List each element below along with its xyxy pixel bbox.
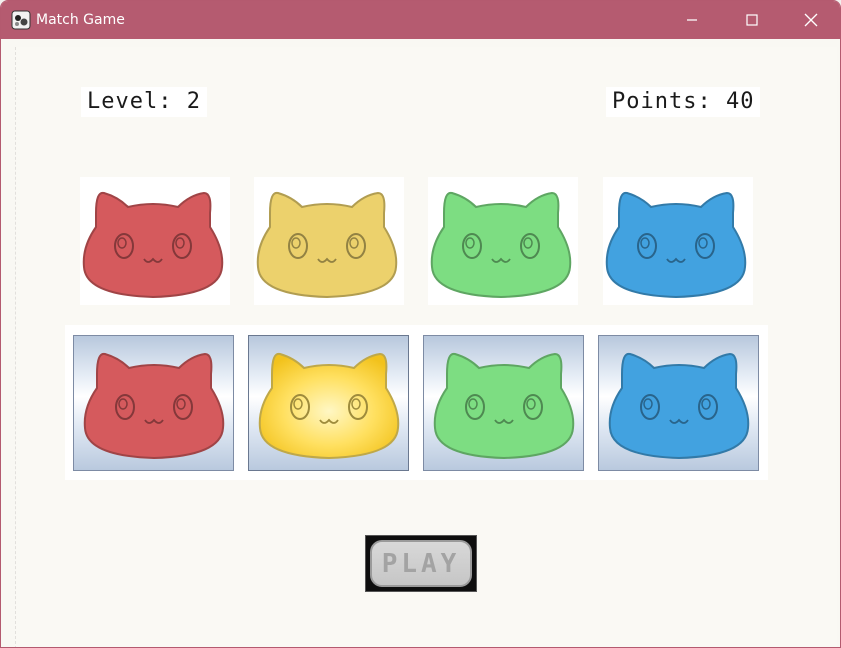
play-button[interactable]: PLAY — [370, 540, 472, 587]
cat-blue-icon — [605, 191, 747, 299]
minimize-icon — [687, 19, 697, 21]
cat-red-icon — [82, 191, 224, 299]
window-title: Match Game — [36, 12, 125, 28]
game-window: Match Game Level: 2 Points: 40 PLAY — [0, 0, 841, 648]
target-cat-green — [428, 177, 578, 305]
title-bar[interactable]: Match Game — [1, 1, 840, 39]
cat-red-choice-icon — [83, 352, 225, 460]
choice-tile-red[interactable] — [73, 335, 234, 471]
cat-yellow-icon — [256, 191, 398, 299]
choice-tile-yellow[interactable] — [248, 335, 409, 471]
play-button-frame: PLAY — [365, 535, 477, 592]
close-button[interactable] — [782, 1, 840, 39]
app-icon — [11, 10, 31, 30]
choice-tile-blue[interactable] — [598, 335, 759, 471]
maximize-button[interactable] — [723, 1, 781, 39]
cat-green-choice-icon — [433, 352, 575, 460]
close-icon — [804, 13, 818, 27]
target-cat-yellow — [254, 177, 404, 305]
choice-tile-green[interactable] — [423, 335, 584, 471]
cat-green-icon — [430, 191, 572, 299]
target-cat-blue — [603, 177, 753, 305]
cat-blue-choice-icon — [608, 352, 750, 460]
target-cat-red — [80, 177, 230, 305]
maximize-icon — [746, 14, 758, 26]
points-label: Points: 40 — [606, 87, 761, 117]
level-label: Level: 2 — [81, 87, 207, 117]
cat-yellow-choice-icon — [258, 352, 400, 460]
minimize-button[interactable] — [663, 1, 721, 39]
